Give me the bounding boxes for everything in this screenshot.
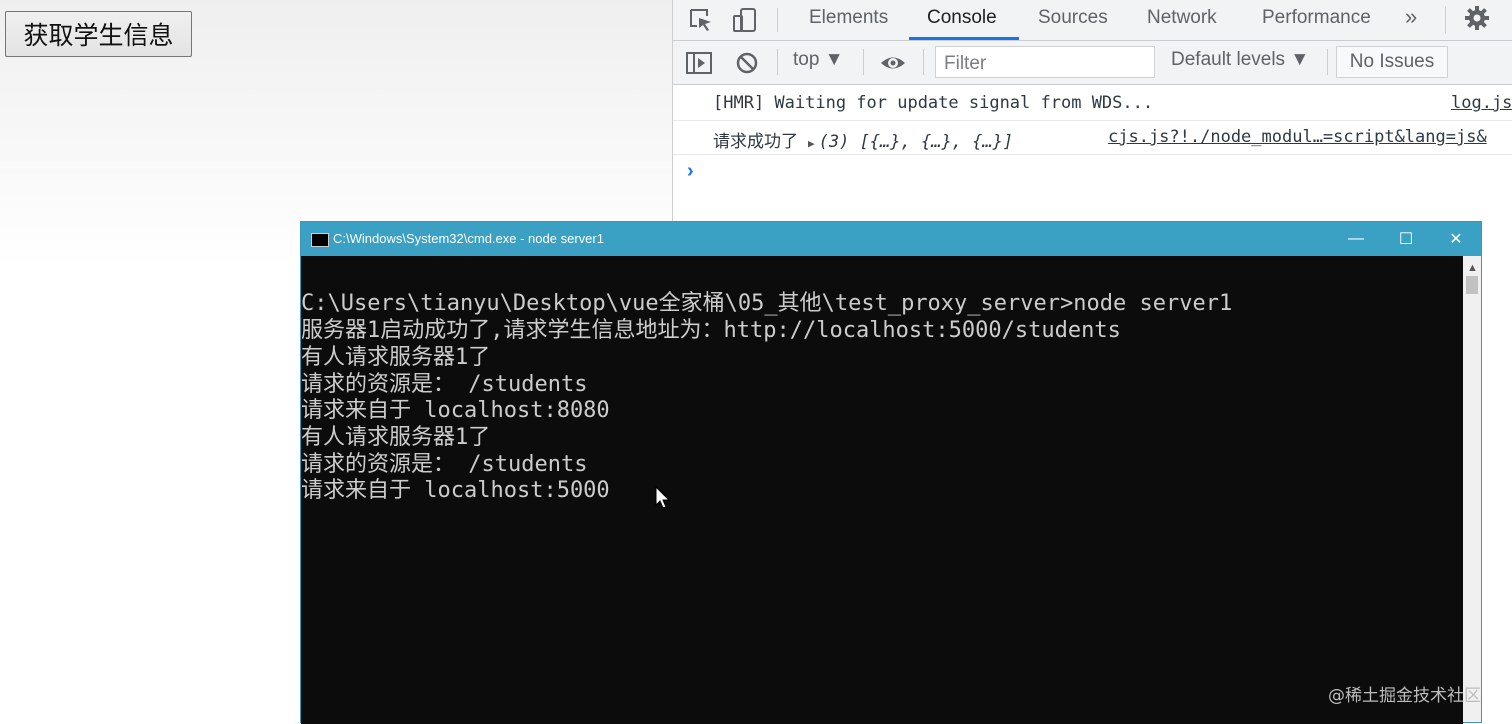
devtools-tab-bar: Elements Console Sources Network Perform… — [673, 0, 1512, 41]
console-message-source-link[interactable]: cjs.js?!./node_modul…=script&lang=js& — [1108, 127, 1487, 147]
console-message: [HMR] Waiting for update signal from WDS… — [673, 86, 1512, 121]
scroll-up-arrow-icon[interactable]: ▲ — [1467, 262, 1478, 274]
tab-console[interactable]: Console — [927, 0, 997, 40]
toolbar-divider — [1445, 6, 1446, 34]
issues-button[interactable]: No Issues — [1336, 46, 1448, 78]
cmd-window-title: C:\Windows\System32\cmd.exe - node serve… — [333, 231, 604, 246]
device-toolbar-icon[interactable] — [731, 6, 759, 34]
console-message: 请求成功了 ▶ (3) [{…}, {…}, {…}] cjs.js?!./node… — [673, 120, 1512, 155]
more-tabs-button[interactable]: » — [1405, 4, 1417, 30]
cmd-scrollbar[interactable]: ▲ — [1463, 256, 1481, 722]
maximize-button[interactable]: ☐ — [1381, 222, 1431, 256]
devtools-panel: Elements Console Sources Network Perform… — [672, 0, 1512, 223]
sidebar-toggle-icon[interactable] — [685, 49, 713, 77]
tab-elements[interactable]: Elements — [809, 0, 888, 40]
mouse-pointer-icon — [655, 486, 671, 509]
get-student-info-button[interactable]: 获取学生信息 — [5, 11, 192, 57]
expand-triangle-icon[interactable]: ▶ — [808, 137, 815, 150]
console-message-text: 请求成功了 — [713, 132, 798, 152]
console-prompt-icon[interactable]: › — [687, 160, 694, 183]
toolbar-divider — [863, 49, 864, 75]
inspect-element-icon[interactable] — [687, 6, 715, 34]
active-tab-indicator — [909, 37, 1019, 40]
toolbar-divider — [923, 49, 924, 75]
log-levels-dropdown[interactable]: Default levels ▼ — [1171, 49, 1309, 71]
toolbar-divider — [1327, 49, 1328, 75]
live-expression-eye-icon[interactable] — [879, 49, 907, 77]
cmd-app-icon — [311, 233, 329, 247]
close-button[interactable]: ✕ — [1431, 222, 1481, 256]
cmd-output-line: 请求来自于 localhost:5000 — [301, 478, 610, 503]
tab-performance[interactable]: Performance — [1262, 0, 1371, 40]
tab-network[interactable]: Network — [1147, 0, 1217, 40]
cmd-console-output[interactable]: C:\Users\tianyu\Desktop\vue全家桶\05_其他\tes… — [301, 256, 1463, 724]
context-selector[interactable]: top ▼ — [793, 49, 844, 71]
cmd-titlebar[interactable]: C:\Windows\System32\cmd.exe - node serve… — [301, 222, 1481, 256]
console-message-text: [HMR] Waiting for update signal from WDS… — [713, 93, 1154, 113]
cmd-window: C:\Windows\System32\cmd.exe - node serve… — [300, 221, 1482, 724]
console-message-source-link[interactable]: log.js — [1451, 93, 1512, 113]
watermark: @稀土掘金技术社区 — [1328, 686, 1481, 706]
console-object-preview[interactable]: (3) [{…}, {…}, {…}] — [819, 132, 1013, 152]
scroll-thumb[interactable] — [1466, 276, 1478, 294]
console-filter-input[interactable]: Filter — [935, 46, 1155, 78]
settings-gear-icon[interactable] — [1463, 4, 1491, 32]
console-toolbar: top ▼ Filter Default levels ▼ No Issues — [673, 41, 1512, 85]
clear-console-icon[interactable] — [733, 49, 761, 77]
tab-sources[interactable]: Sources — [1038, 0, 1108, 40]
toolbar-divider — [777, 49, 778, 75]
minimize-button[interactable]: — — [1331, 222, 1381, 256]
toolbar-divider — [777, 8, 778, 32]
